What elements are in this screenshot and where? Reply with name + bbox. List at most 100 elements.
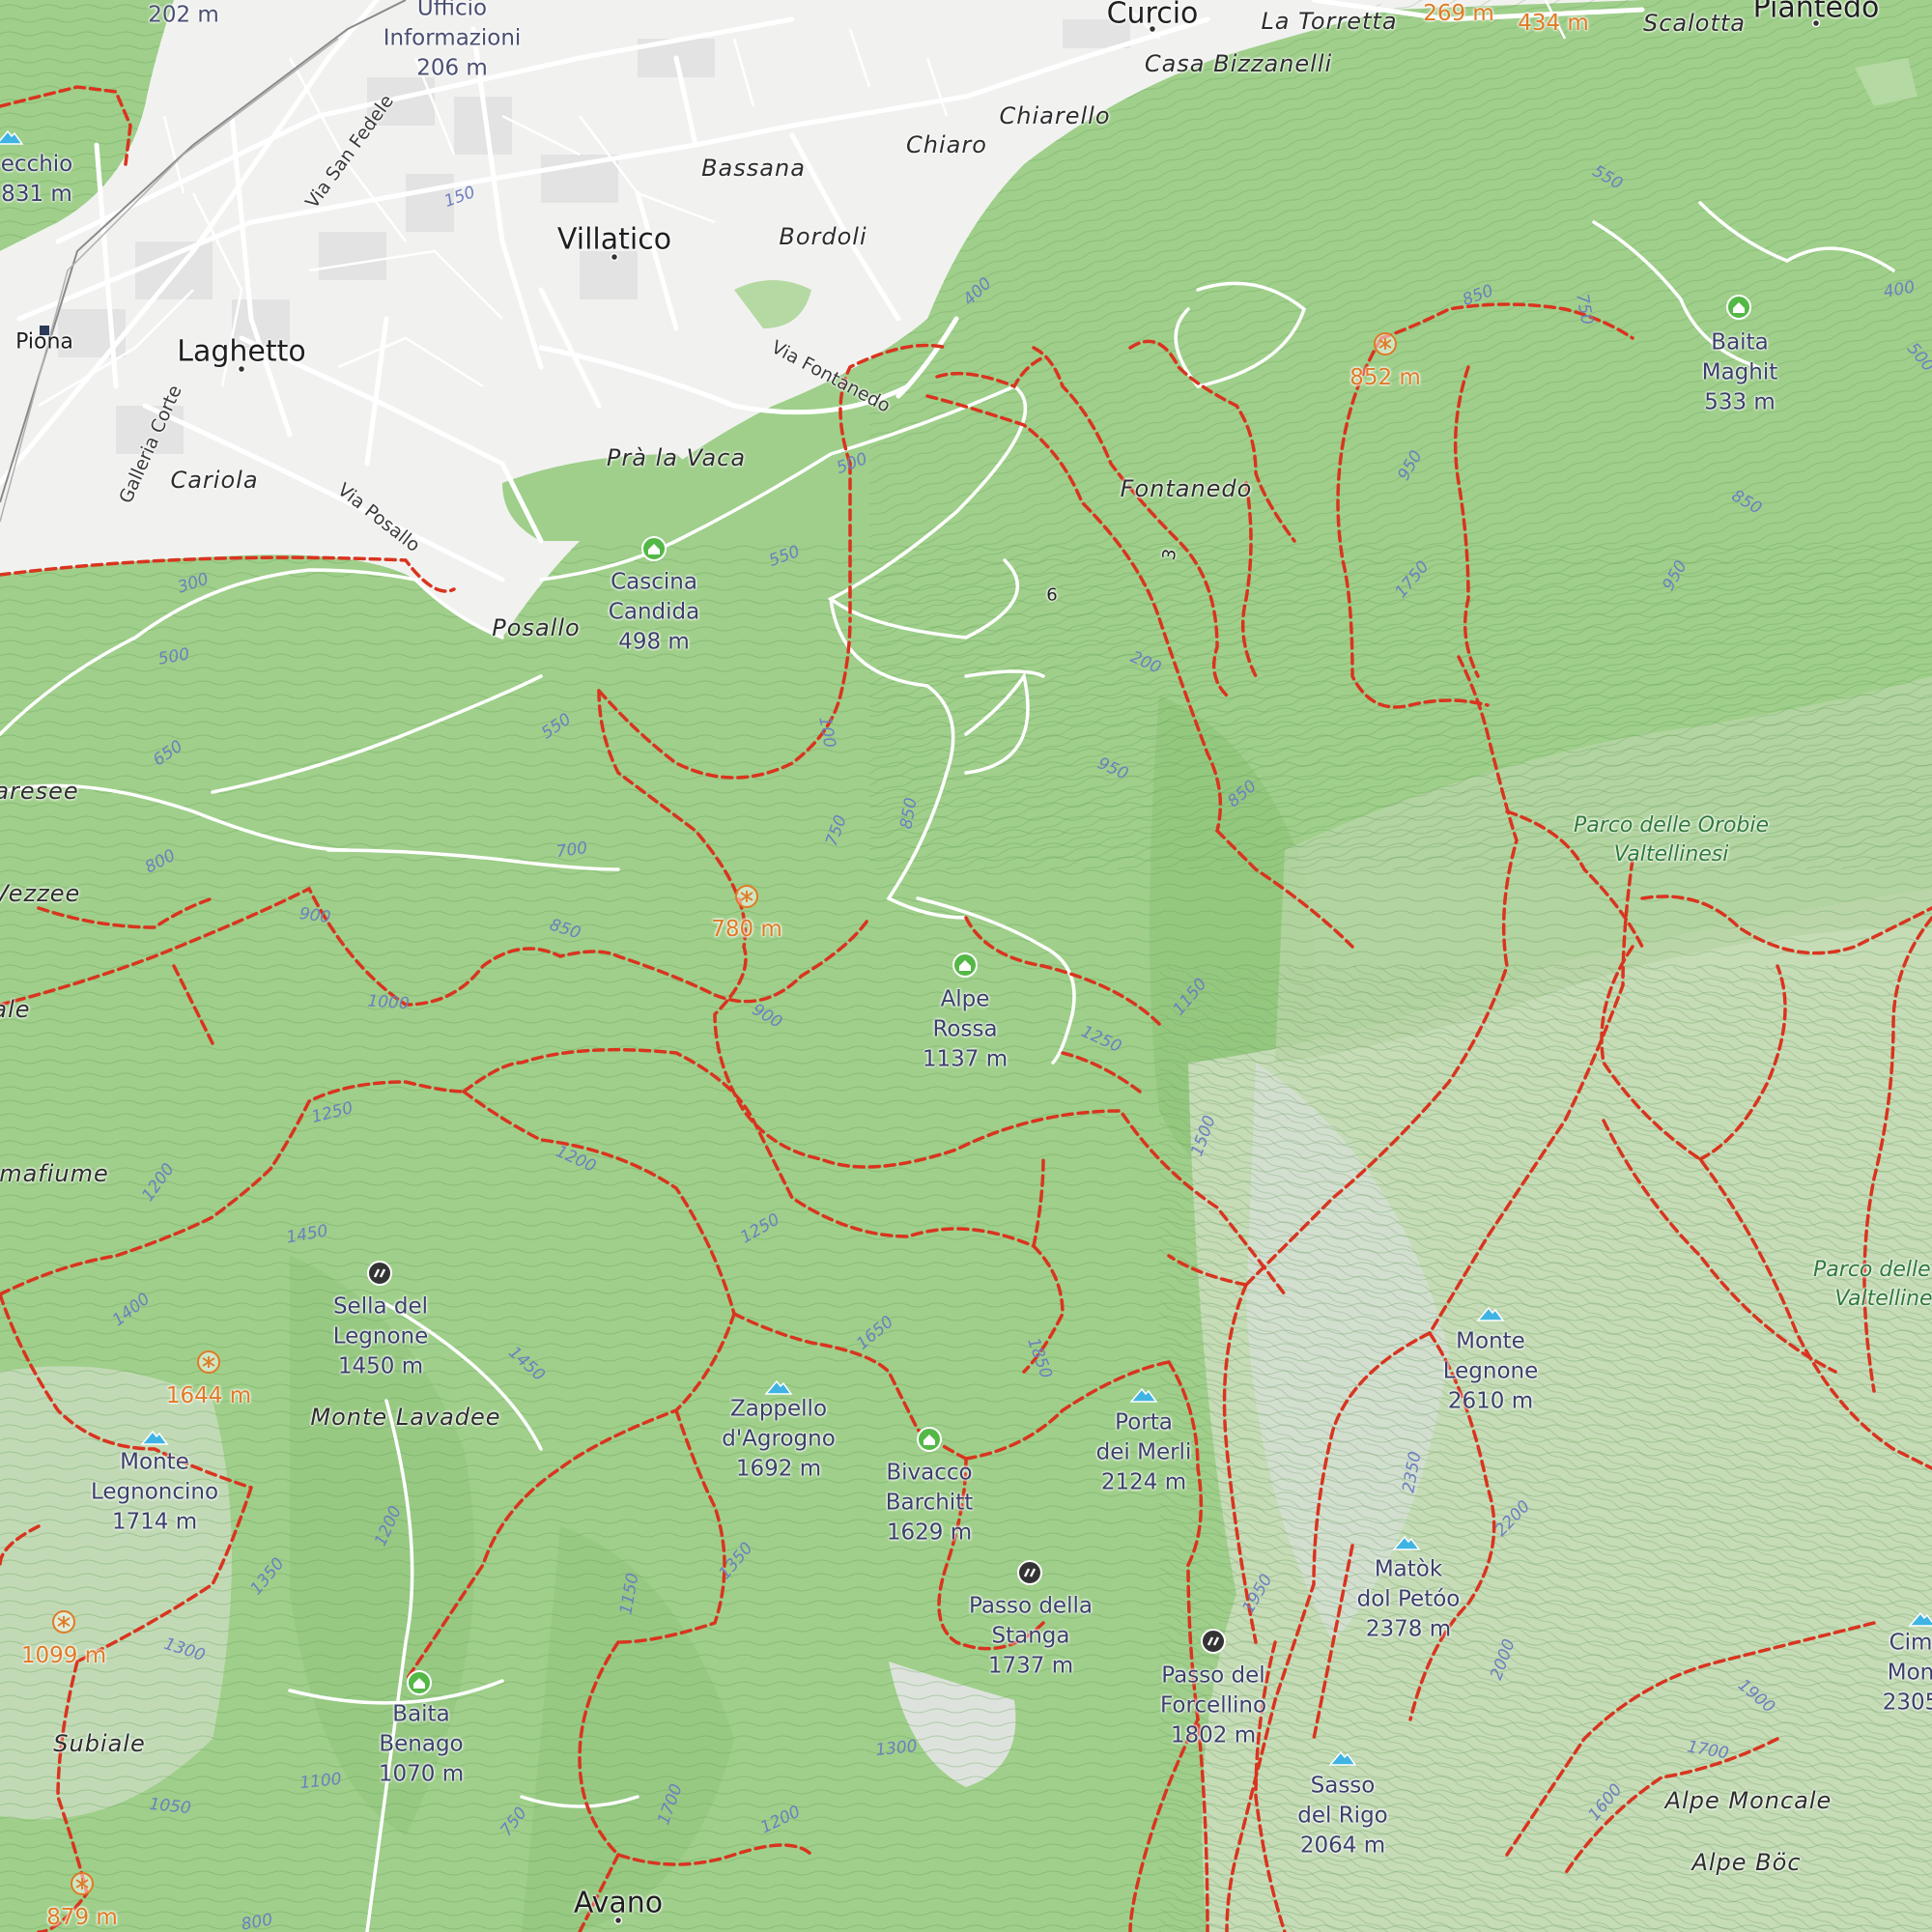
- pass-name-line1: Passo della: [969, 1593, 1093, 1619]
- hamlet-vezzee[interactable]: Vezzee: [0, 880, 80, 907]
- hamlet-fontanedo[interactable]: Fontanedo: [1121, 475, 1253, 502]
- peak-elevation: 831 m: [1, 182, 72, 207]
- hut-baita-benago[interactable]: Baita Benago 1070 m: [379, 1700, 464, 1790]
- hut-elevation: 1070 m: [378, 1761, 465, 1787]
- hamlet-mafiume[interactable]: mafiume: [0, 1160, 109, 1187]
- hut-bivacco-barchitt[interactable]: Bivacco Barchitt 1629 m: [886, 1459, 973, 1548]
- peak-name-line2: Legnone: [1442, 1358, 1539, 1384]
- peak-sasso-del-rigo[interactable]: Sasso del Rigo 2064 m: [1297, 1772, 1388, 1861]
- peak-icon[interactable]: [0, 128, 24, 146]
- viewpoint-icon[interactable]: [733, 883, 760, 910]
- hamlet-subiale[interactable]: Subiale: [53, 1730, 146, 1757]
- info-point-label[interactable]: Ufficio Informazioni 206 m: [384, 0, 522, 84]
- pass-passo-del-forcellino[interactable]: Passo del Forcellino 1802 m: [1160, 1662, 1266, 1751]
- hut-cascina-candida[interactable]: Cascina Candida 498 m: [609, 568, 699, 658]
- viewpoint-1099[interactable]: 1099 m: [21, 1643, 106, 1668]
- hamlet-pra-la-vaca[interactable]: Prà la Vaca: [607, 444, 746, 471]
- peak-elevation: 2378 m: [1365, 1616, 1452, 1642]
- hamlet-alpe-boc[interactable]: Alpe Böc: [1691, 1849, 1801, 1876]
- peak-name-line1: Zappello: [729, 1396, 828, 1422]
- peak-porta-dei-merli[interactable]: Porta dei Merli 2124 m: [1096, 1408, 1192, 1498]
- contour-label: 900: [298, 903, 332, 928]
- viewpoint-434[interactable]: 434 m: [1518, 11, 1589, 36]
- contour-label: 1000: [366, 991, 411, 1014]
- peak-matok-dol-petoo[interactable]: Matòk dol Petóo 2378 m: [1357, 1555, 1461, 1645]
- hamlet-bassana[interactable]: Bassana: [701, 155, 806, 182]
- hamlet-chiaro[interactable]: Chiaro: [906, 131, 987, 158]
- hamlet-scalotta[interactable]: Scalotta: [1643, 10, 1746, 37]
- hamlet-alpe-moncale[interactable]: Alpe Moncale: [1665, 1787, 1833, 1814]
- hut-icon[interactable]: [1725, 294, 1752, 321]
- viewpoint-852[interactable]: 852 m: [1350, 365, 1421, 390]
- peak-name-line2: dei Merli: [1095, 1439, 1192, 1465]
- peak-elevation: 2610 m: [1447, 1388, 1534, 1414]
- peak-monte-legnone[interactable]: Monte Legnone 2610 m: [1443, 1327, 1539, 1417]
- settlement-dot: [1811, 18, 1821, 28]
- settlement-dot: [610, 252, 619, 262]
- hamlet-aresee[interactable]: aresee: [0, 778, 79, 805]
- hut-name-line2: Benago: [379, 1731, 464, 1757]
- viewpoint-1644[interactable]: 1644 m: [166, 1383, 251, 1408]
- viewpoint-icon[interactable]: [1372, 330, 1399, 357]
- peak-icon[interactable]: [1476, 1305, 1505, 1322]
- pass-icon[interactable]: [366, 1260, 393, 1287]
- hut-name-line1: Cascina: [611, 569, 697, 595]
- elevation-label-202: 202 m: [148, 2, 219, 28]
- peak-cima-partial[interactable]: Cim Mon 2305: [1883, 1629, 1932, 1719]
- hut-name-line1: Bivacco: [886, 1460, 973, 1486]
- peak-icon[interactable]: [764, 1378, 793, 1396]
- hut-name-line2: Barchitt: [885, 1490, 974, 1516]
- park-label-orobie[interactable]: Parco delle Orobie Valtellinesi: [1574, 811, 1769, 869]
- viewpoint-icon[interactable]: [195, 1349, 222, 1376]
- peak-monte-legnoncino[interactable]: Monte Legnoncino 1714 m: [91, 1448, 218, 1538]
- trail-number: 6: [1046, 584, 1058, 606]
- park-line1b: Parco delle O: [1813, 1258, 1932, 1282]
- hut-icon[interactable]: [640, 535, 668, 562]
- peak-name-line2: del Rigo: [1297, 1803, 1388, 1829]
- hamlet-la-torretta[interactable]: La Torretta: [1261, 8, 1397, 35]
- hamlet-bordoli[interactable]: Bordoli: [779, 223, 867, 250]
- hut-name-line1: Alpe: [940, 986, 990, 1012]
- park-label-orobie-east[interactable]: Parco delle O Valtelline: [1813, 1256, 1932, 1314]
- hamlet-chiarello[interactable]: Chiarello: [1000, 102, 1111, 129]
- hut-icon[interactable]: [916, 1426, 943, 1453]
- peak-icon[interactable]: [140, 1429, 169, 1446]
- park-line1: Parco delle Orobie: [1573, 813, 1770, 838]
- peak-icon[interactable]: [1328, 1749, 1357, 1767]
- peak-name-line2: Legnoncino: [90, 1479, 219, 1505]
- hamlet-casa-bizzanelli[interactable]: Casa Bizzanelli: [1145, 50, 1332, 77]
- peak-icon[interactable]: [1392, 1534, 1421, 1551]
- map-canvas[interactable]: Curcio Piantedo Villatico Laghetto Piona…: [0, 0, 1932, 1932]
- hut-name-line1: Baita: [1711, 329, 1769, 355]
- peak-icon[interactable]: [1129, 1386, 1158, 1404]
- hut-alpe-rossa[interactable]: Alpe Rossa 1137 m: [923, 985, 1008, 1075]
- station-icon: [40, 326, 49, 335]
- pass-passo-della-stanga[interactable]: Passo della Stanga 1737 m: [969, 1592, 1093, 1682]
- pass-name-line2: Legnone: [332, 1323, 429, 1350]
- hamlet-cariola[interactable]: Cariola: [170, 467, 258, 494]
- hamlet-posallo[interactable]: Posallo: [492, 614, 580, 641]
- peak-cecchio-partial[interactable]: ecchio 831 m: [1, 150, 72, 210]
- hut-name-line1: Baita: [392, 1701, 450, 1727]
- hut-baita-maghit[interactable]: Baita Maghit 533 m: [1702, 328, 1778, 418]
- hut-elevation: 533 m: [1704, 389, 1776, 415]
- hamlet-monte-lavadee[interactable]: Monte Lavadee: [310, 1404, 500, 1431]
- pass-icon[interactable]: [1016, 1559, 1043, 1586]
- hut-elevation: 498 m: [618, 629, 690, 655]
- viewpoint-269[interactable]: 269 m: [1423, 1, 1494, 26]
- peak-zappello[interactable]: Zappello d'Agrogno 1692 m: [722, 1395, 836, 1485]
- viewpoint-icon[interactable]: [69, 1870, 96, 1897]
- info-line1: Ufficio: [416, 0, 488, 21]
- viewpoint-icon[interactable]: [50, 1608, 77, 1635]
- hut-icon[interactable]: [406, 1669, 433, 1696]
- hut-icon[interactable]: [952, 952, 979, 979]
- hut-name-line2: Candida: [608, 599, 700, 625]
- pass-sella-del-legnone[interactable]: Sella del Legnone 1450 m: [333, 1293, 429, 1382]
- pass-name-line2: Stanga: [991, 1623, 1070, 1649]
- hamlet-ale[interactable]: ale: [0, 996, 31, 1023]
- peak-icon[interactable]: [1908, 1610, 1932, 1628]
- viewpoint-879[interactable]: 879 m: [46, 1905, 118, 1930]
- hut-elevation: 1629 m: [886, 1520, 973, 1546]
- pass-icon[interactable]: [1200, 1628, 1227, 1655]
- viewpoint-780[interactable]: 780 m: [711, 917, 782, 942]
